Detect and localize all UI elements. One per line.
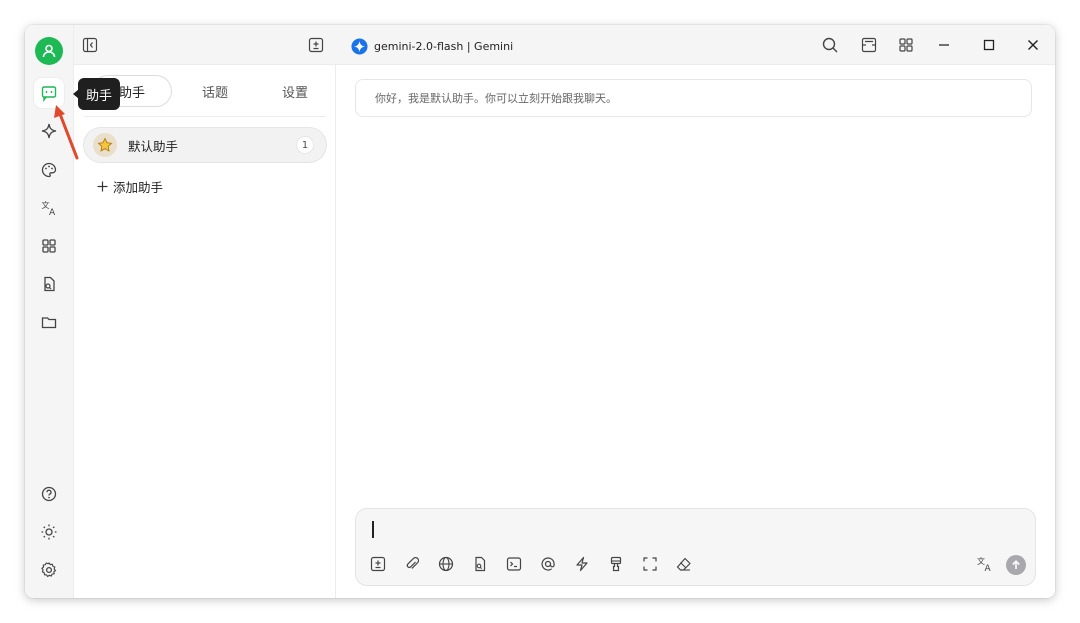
toggle-sidebar-button[interactable] <box>78 33 102 57</box>
star-icon <box>97 137 113 152</box>
mcp-tools-button[interactable] <box>503 553 525 575</box>
topic-count-badge: 1 <box>296 136 314 154</box>
search-icon <box>822 37 838 53</box>
sidebar-collapse-icon <box>82 37 98 53</box>
sun-icon <box>41 524 57 540</box>
clear-context-button[interactable] <box>605 553 627 575</box>
new-topic-tool-button[interactable] <box>367 553 389 575</box>
grid-icon <box>899 38 913 52</box>
sidebar-item-apps[interactable] <box>34 231 64 261</box>
apps-button[interactable] <box>894 33 918 57</box>
plus-icon <box>97 181 108 192</box>
mention-model-button[interactable] <box>537 553 559 575</box>
grid-icon <box>42 239 56 253</box>
terminal-icon <box>506 557 522 571</box>
minimize-icon <box>939 44 949 46</box>
model-title: gemini-2.0-flash | Gemini <box>374 39 514 53</box>
tab-topics[interactable]: 话题 <box>180 75 250 107</box>
maximize-icon <box>983 39 995 51</box>
narrow-mode-button[interactable] <box>857 33 881 57</box>
attachment-icon <box>406 557 420 569</box>
eraser-icon <box>676 557 691 571</box>
mention-icon <box>541 557 555 571</box>
chat-area: 你好，我是默认助手。你可以立刻开始跟我聊天。 文 A <box>336 65 1055 598</box>
layout-icon <box>861 37 877 53</box>
new-topic-icon <box>308 37 324 53</box>
svg-text:A: A <box>985 564 992 573</box>
document-icon <box>475 556 486 572</box>
sidebar-item-folder[interactable] <box>34 307 64 337</box>
clear-messages-button[interactable] <box>673 553 695 575</box>
gear-icon <box>41 562 57 578</box>
annotation-arrow <box>54 105 79 160</box>
sidebar-item-settings[interactable] <box>34 555 64 585</box>
tab-label: 设置 <box>281 85 308 101</box>
lightning-icon <box>576 556 588 572</box>
translate-input-button[interactable]: 文A <box>974 553 996 575</box>
sidebar-item-translate[interactable]: 文A <box>34 193 64 223</box>
maximize-button[interactable] <box>977 33 1001 57</box>
greeting-message: 你好，我是默认助手。你可以立刻开始跟我聊天。 <box>355 79 1032 117</box>
add-assistant-button[interactable]: 添加助手 <box>96 177 163 196</box>
gemini-logo-icon <box>351 37 368 55</box>
user-avatar[interactable] <box>35 37 63 65</box>
close-icon <box>1028 40 1038 50</box>
folder-icon <box>41 317 57 329</box>
send-icon <box>1012 560 1020 569</box>
sidebar-item-files[interactable] <box>34 269 64 299</box>
model-selector[interactable]: gemini-2.0-flash | Gemini <box>351 37 513 55</box>
quick-phrases-button[interactable] <box>571 553 593 575</box>
knowledge-base-button[interactable] <box>469 553 491 575</box>
globe-icon <box>438 556 454 572</box>
add-assistant-label: 添加助手 <box>113 180 164 195</box>
panel-tabs: 助手 话题 设置 <box>84 65 326 117</box>
search-button[interactable] <box>818 33 842 57</box>
tab-label: 话题 <box>201 85 228 101</box>
web-search-button[interactable] <box>435 553 457 575</box>
chat-input[interactable]: 文A <box>355 508 1036 586</box>
app-window: 文A 助手 话题 设置 默认助手 1 添加助手 你好，我是默认助手。你可以立刻开… <box>25 25 1055 598</box>
tab-label: 助手 <box>118 85 145 101</box>
send-button[interactable] <box>1006 555 1026 575</box>
user-icon <box>42 44 56 58</box>
text-caret <box>372 521 374 538</box>
assistant-name: 默认助手 <box>128 138 179 154</box>
assistant-panel: 助手 话题 设置 默认助手 1 添加助手 <box>74 65 336 598</box>
new-topic-icon <box>370 556 386 572</box>
new-topic-button[interactable] <box>304 33 328 57</box>
help-icon <box>41 486 57 502</box>
document-icon <box>44 276 55 292</box>
svg-text:A: A <box>49 208 56 217</box>
translate-icon: 文A <box>42 200 57 217</box>
sidebar-item-theme[interactable] <box>34 517 64 547</box>
brush-icon <box>610 556 622 572</box>
expand-input-button[interactable] <box>639 553 661 575</box>
sidebar-item-help[interactable] <box>34 479 64 509</box>
assistant-avatar <box>93 133 117 157</box>
assistant-list-item[interactable]: 默认助手 1 <box>83 127 327 163</box>
expand-icon <box>643 557 657 571</box>
tab-settings[interactable]: 设置 <box>260 75 330 107</box>
minimize-button[interactable] <box>932 33 956 57</box>
attachment-button[interactable] <box>401 553 423 575</box>
close-button[interactable] <box>1021 33 1045 57</box>
translate-icon: 文A <box>977 556 992 573</box>
